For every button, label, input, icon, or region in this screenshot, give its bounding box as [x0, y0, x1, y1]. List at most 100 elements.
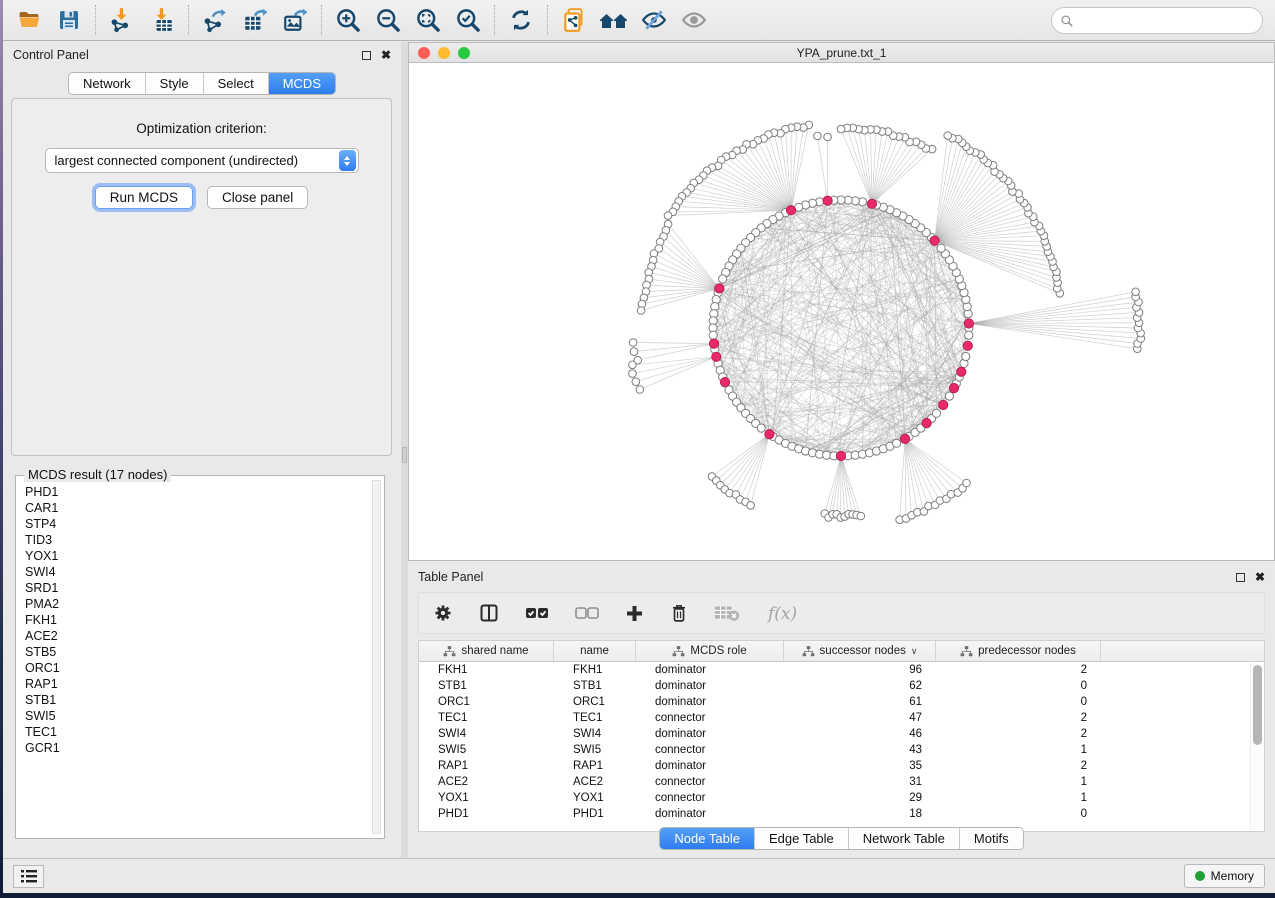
mcds-node-item[interactable]: FKH1	[20, 612, 370, 628]
column-header-shared-name[interactable]: shared name	[419, 641, 554, 661]
mcds-node-item[interactable]: PMA2	[20, 596, 370, 612]
network-node[interactable]	[719, 275, 727, 283]
network-node[interactable]	[630, 348, 638, 356]
search-input[interactable]	[1074, 14, 1244, 28]
network-node[interactable]	[1132, 288, 1140, 296]
zoom-out-button[interactable]	[371, 3, 405, 37]
network-node[interactable]	[932, 409, 940, 417]
network-node[interactable]	[709, 331, 717, 339]
network-node[interactable]	[837, 125, 845, 133]
network-node[interactable]	[629, 361, 637, 369]
optimization-select[interactable]: largest connected component (undirected)	[45, 148, 359, 173]
network-node[interactable]	[937, 244, 945, 252]
mcds-hub-node[interactable]	[823, 196, 832, 205]
column-header-predecessor-nodes[interactable]: predecessor nodes	[936, 641, 1101, 661]
mcds-node-item[interactable]: CAR1	[20, 500, 370, 516]
network-node[interactable]	[824, 133, 832, 141]
mcds-hub-node[interactable]	[709, 339, 718, 348]
table-scrollbar[interactable]	[1250, 663, 1263, 830]
save-button[interactable]	[52, 3, 86, 37]
table-row[interactable]: RAP1RAP1dominator352	[419, 758, 1264, 774]
mcds-node-item[interactable]: TEC1	[20, 724, 370, 740]
network-node[interactable]	[632, 378, 640, 386]
table-row[interactable]: PHD1PHD1dominator180	[419, 806, 1264, 822]
network-node[interactable]	[814, 132, 822, 140]
tab-mcds[interactable]: MCDS	[268, 73, 335, 94]
mcds-hub-node[interactable]	[922, 419, 931, 428]
gear-button[interactable]	[433, 603, 453, 623]
mcds-node-item[interactable]: GCR1	[20, 740, 370, 756]
search-box[interactable]	[1051, 7, 1263, 34]
column-header-name[interactable]: name	[554, 641, 636, 661]
tab-style[interactable]: Style	[145, 73, 203, 94]
network-node[interactable]	[629, 370, 637, 378]
table-row[interactable]: STB1STB1dominator620	[419, 678, 1264, 694]
mcds-hub-node[interactable]	[867, 199, 876, 208]
refresh-button[interactable]	[504, 3, 538, 37]
table-scrollbar-thumb[interactable]	[1253, 665, 1262, 745]
export-table-button[interactable]	[238, 3, 272, 37]
mcds-hub-node[interactable]	[720, 378, 729, 387]
network-canvas[interactable]	[409, 64, 1274, 560]
mcds-node-item[interactable]: ACE2	[20, 628, 370, 644]
mcds-node-item[interactable]: SRD1	[20, 580, 370, 596]
network-node[interactable]	[962, 352, 970, 360]
mcds-node-item[interactable]: ORC1	[20, 660, 370, 676]
column-header-successor-nodes[interactable]: successor nodes∨	[784, 641, 936, 661]
table-row[interactable]: YOX1YOX1connector291	[419, 790, 1264, 806]
close-panel-button[interactable]: Close panel	[207, 186, 308, 209]
mcds-hub-node[interactable]	[939, 400, 948, 409]
network-node[interactable]	[965, 331, 973, 339]
network-node[interactable]	[892, 439, 900, 447]
mcds-hub-node[interactable]	[930, 236, 939, 245]
table-row[interactable]: ORC1ORC1dominator610	[419, 694, 1264, 710]
mcds-hub-node[interactable]	[963, 341, 972, 350]
mcds-node-item[interactable]: STB1	[20, 692, 370, 708]
mcds-node-item[interactable]: PHD1	[20, 484, 370, 500]
mcds-hub-node[interactable]	[836, 451, 845, 460]
mcds-node-item[interactable]: TID3	[20, 532, 370, 548]
table-row[interactable]: SWI5SWI5connector431	[419, 742, 1264, 758]
mcds-node-item[interactable]: YOX1	[20, 548, 370, 564]
trash-button[interactable]	[670, 603, 688, 623]
mcds-node-item[interactable]: STB5	[20, 644, 370, 660]
float-panel-icon[interactable]	[362, 51, 371, 60]
tab-network[interactable]: Network	[69, 73, 145, 94]
memory-button[interactable]: Memory	[1184, 864, 1265, 888]
mcds-hub-node[interactable]	[786, 206, 795, 215]
network-node[interactable]	[629, 339, 637, 347]
columns-button[interactable]	[479, 603, 499, 623]
table-row[interactable]: FKH1FKH1dominator962	[419, 662, 1264, 678]
mcds-result-list[interactable]: PHD1CAR1STP4TID3YOX1SWI4SRD1PMA2FKH1ACE2…	[20, 480, 370, 834]
task-history-button[interactable]	[13, 865, 44, 888]
mcds-hub-node[interactable]	[715, 284, 724, 293]
float-table-panel-icon[interactable]	[1236, 573, 1245, 582]
network-node[interactable]	[637, 307, 645, 315]
mcds-list-scrollbar[interactable]	[372, 480, 381, 834]
mcds-node-item[interactable]: RAP1	[20, 676, 370, 692]
tab-network-table[interactable]: Network Table	[848, 828, 959, 849]
mcds-hub-node[interactable]	[900, 434, 909, 443]
export-image-button[interactable]	[278, 3, 312, 37]
network-node[interactable]	[664, 212, 672, 220]
network-node[interactable]	[944, 132, 952, 140]
add-button[interactable]	[625, 604, 644, 623]
table-row[interactable]: ACE2ACE2connector311	[419, 774, 1264, 790]
network-node[interactable]	[636, 386, 644, 394]
network-titlebar[interactable]: YPA_prune.txt_1	[409, 43, 1274, 63]
mcds-hub-node[interactable]	[712, 352, 721, 361]
mcds-hub-node[interactable]	[949, 384, 958, 393]
mcds-node-item[interactable]: SWI5	[20, 708, 370, 724]
network-node[interactable]	[747, 502, 755, 510]
run-mcds-button[interactable]: Run MCDS	[95, 186, 193, 209]
network-node[interactable]	[945, 392, 953, 400]
zoom-fit-button[interactable]	[411, 3, 445, 37]
import-table-button[interactable]	[145, 3, 179, 37]
open-button[interactable]	[12, 3, 46, 37]
show-all-button[interactable]	[677, 3, 711, 37]
zoom-in-button[interactable]	[331, 3, 365, 37]
first-neighbors-button[interactable]	[597, 3, 631, 37]
vertical-splitter[interactable]	[401, 42, 408, 858]
table-row[interactable]: SWI4SWI4dominator462	[419, 726, 1264, 742]
column-header-MCDS-role[interactable]: MCDS role	[636, 641, 784, 661]
